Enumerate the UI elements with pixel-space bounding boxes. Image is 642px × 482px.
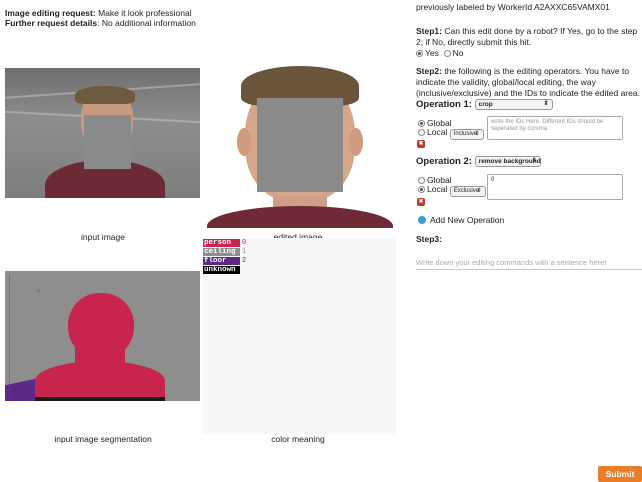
unknown-region <box>35 397 165 401</box>
select-arrows-icon: ⇕ <box>474 131 480 137</box>
op1-local-label: Local <box>427 127 448 137</box>
legend-swatch-unknown: unknown <box>203 266 240 274</box>
op2-mode-select[interactable]: Exclusive ⇕ <box>449 186 486 197</box>
op1-mode-select[interactable]: Inclusive ⇕ <box>449 129 484 140</box>
person-region-head <box>68 293 134 359</box>
add-new-operation-label: Add New Operation <box>430 215 505 225</box>
op2-local-option: Local Exclusive ⇕ <box>418 184 486 197</box>
segment-id-marker: 0 <box>37 289 40 295</box>
step2-text: Step2: the following is the editing oper… <box>416 66 642 99</box>
operation-2-title: Operation 2: remove background ⇕ <box>416 156 541 167</box>
step1-label: Step1: <box>416 26 442 36</box>
add-circle-icon <box>418 216 426 224</box>
op2-local-radio[interactable] <box>418 186 425 193</box>
op2-mode-value: Exclusive <box>453 188 480 194</box>
person-hair <box>75 86 135 104</box>
face-mask <box>257 98 343 192</box>
step1-yes-radio[interactable] <box>416 50 423 57</box>
step1-yes-label: Yes <box>425 48 439 58</box>
step1-body: Can this edit done by a robot? If Yes, g… <box>416 26 638 47</box>
operation-2-label: Operation 2: <box>416 156 472 167</box>
op1-global-radio[interactable] <box>418 120 425 127</box>
face-mask <box>84 115 131 169</box>
step1-no-label: No <box>452 48 464 58</box>
person-ear <box>349 128 363 156</box>
select-arrows-icon: ⇕ <box>543 101 549 107</box>
segmentation-caption: input image segmentation <box>54 434 152 444</box>
legend-index-person: 0 <box>242 239 247 247</box>
op1-ids-textarea[interactable]: write the IDs Here. Different IDs should… <box>487 116 623 140</box>
details-line: Further request details: No additional i… <box>5 18 196 28</box>
operation-1-title: Operation 1: crop ⇕ <box>416 99 553 110</box>
step2-body: the following is the editing operators. … <box>416 66 640 98</box>
id-guide-line <box>9 274 10 399</box>
op1-mode-value: Inclusive <box>453 131 478 137</box>
select-arrows-icon: ⇕ <box>476 188 482 194</box>
step1-options: Yes No <box>416 48 463 59</box>
legend-swatch-ceiling: ceiling <box>203 248 240 256</box>
operation-1-select[interactable]: crop ⇕ <box>474 99 553 110</box>
op1-local-option: Local Inclusive ⇕ <box>418 127 484 140</box>
legend-swatch-floor: floor <box>203 257 240 265</box>
legend-index-floor: 2 <box>242 257 247 265</box>
legend-index-ceiling: 1 <box>242 248 247 256</box>
previously-labeled-text: previously labeled by WorkerId A2AXXC65V… <box>416 2 610 12</box>
operation-1-label: Operation 1: <box>416 99 472 110</box>
person-ear <box>237 128 251 156</box>
request-label: Image editing request: <box>5 8 96 18</box>
step3-command-input[interactable]: Write down your editing commands with a … <box>416 256 642 270</box>
add-new-operation[interactable]: Add New Operation <box>418 215 504 226</box>
op2-ids-textarea[interactable]: 0 <box>487 174 623 200</box>
color-meaning-panel: person 0 ceiling 1 floor 2 unknown <box>203 238 396 434</box>
edited-image <box>203 36 396 228</box>
input-image-caption: input image <box>81 232 125 242</box>
operation-2-select[interactable]: remove background ⇕ <box>474 156 541 167</box>
person-shirt <box>207 206 393 228</box>
op1-local-radio[interactable] <box>418 129 425 136</box>
op2-global-radio[interactable] <box>418 177 425 184</box>
submit-button[interactable]: Submit <box>598 466 642 482</box>
request-line: Image editing request: Make it look prof… <box>5 8 192 18</box>
details-value: : No additional information <box>97 18 196 28</box>
op2-local-label: Local <box>427 184 448 194</box>
step2-label: Step2: <box>416 66 442 76</box>
operation-1-select-value: crop <box>478 101 493 108</box>
legend-swatch-person: person <box>203 239 240 247</box>
input-image <box>5 68 200 198</box>
details-label: Further request details <box>5 18 98 28</box>
request-value: Make it look professional <box>98 8 192 18</box>
op2-delete-icon[interactable]: ✖ <box>417 198 425 206</box>
color-meaning-caption: color meaning <box>271 434 325 444</box>
step3-label: Step3: <box>416 234 442 244</box>
select-arrows-icon: ⇕ <box>531 158 537 164</box>
step1-no-radio[interactable] <box>443 50 451 57</box>
step1-text: Step1: Can this edit done by a robot? If… <box>416 26 640 48</box>
op1-delete-icon[interactable]: ✖ <box>417 140 425 148</box>
segmentation-image: 0 <box>5 271 200 401</box>
